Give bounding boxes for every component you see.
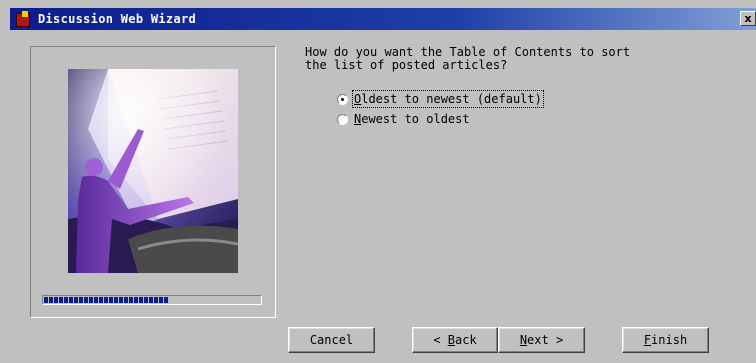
option-oldest-text: ldest to newest (default) — [361, 92, 542, 106]
option-newest-to-oldest[interactable]: Newest to oldest — [337, 112, 470, 126]
radio-oldest-icon[interactable] — [337, 93, 348, 105]
image-panel — [30, 46, 276, 318]
finish-button[interactable]: Finish — [622, 327, 709, 353]
radio-newest-icon[interactable] — [337, 113, 348, 125]
cancel-button[interactable]: Cancel — [288, 327, 375, 353]
finish-accel: F — [643, 333, 652, 347]
progress-fill — [44, 297, 169, 303]
back-arrow: < — [433, 333, 448, 347]
question-line-1: How do you want the Table of Contents to… — [305, 45, 631, 59]
option-oldest-to-newest[interactable]: Oldest to newest (default) — [337, 90, 544, 108]
title-bar[interactable]: Discussion Web Wizard x — [10, 8, 756, 30]
next-button[interactable]: Next > — [498, 327, 585, 353]
finish-label: inish — [651, 333, 688, 347]
app-icon — [14, 11, 32, 27]
wizard-illustration — [68, 69, 238, 273]
person-book-icon — [68, 69, 238, 273]
option-oldest-label[interactable]: Oldest to newest (default) — [352, 90, 544, 108]
window-title: Discussion Web Wizard — [38, 12, 197, 26]
wizard-dialog: Discussion Web Wizard x How do you want … — [0, 0, 756, 363]
next-accel: N — [519, 333, 528, 347]
option-newest-text: ewest to oldest — [361, 112, 470, 126]
back-accel: B — [447, 333, 455, 347]
question-text: How do you want the Table of Contents to… — [305, 46, 745, 72]
option-newest-label[interactable]: Newest to oldest — [354, 112, 470, 126]
back-label: ack — [455, 333, 477, 347]
back-button[interactable]: < Back — [412, 327, 498, 353]
next-label: ext > — [527, 333, 564, 347]
close-button[interactable]: x — [740, 11, 756, 26]
question-line-2: the list of posted articles? — [305, 58, 508, 72]
progress-bar — [42, 295, 262, 305]
